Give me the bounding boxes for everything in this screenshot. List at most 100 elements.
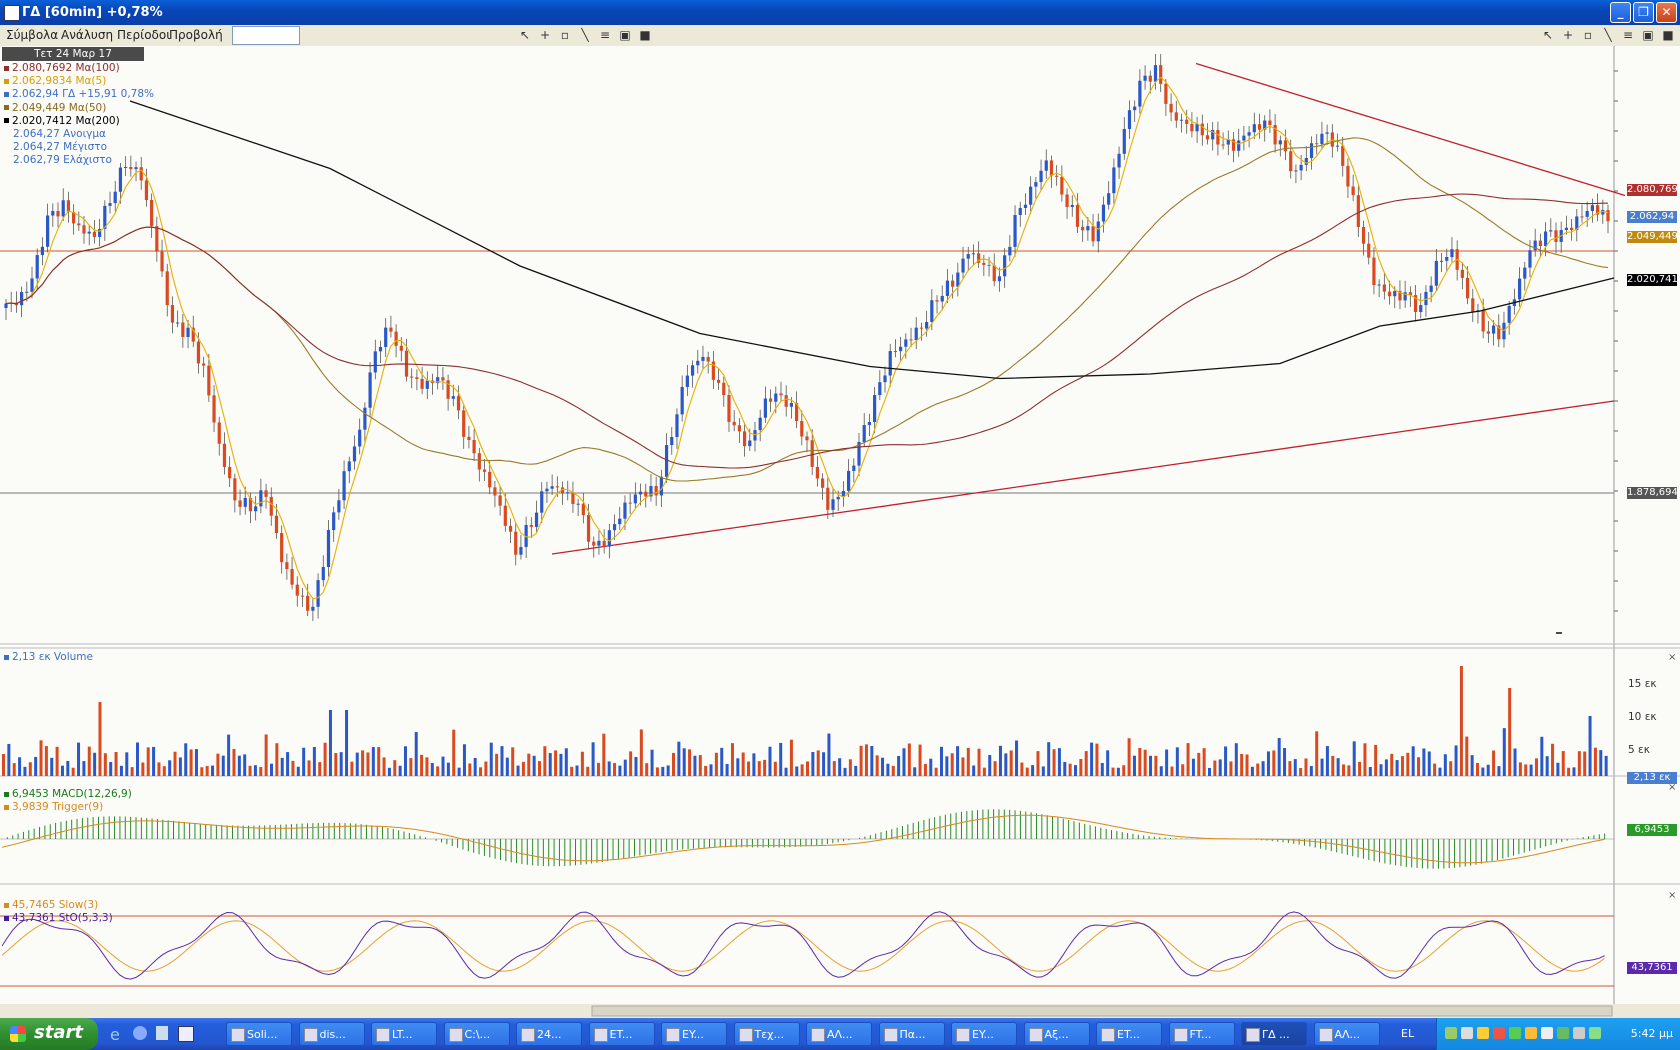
tray-icon[interactable] bbox=[1477, 1027, 1489, 1039]
candle-body bbox=[280, 533, 284, 563]
candle-body bbox=[1237, 140, 1241, 151]
taskbar-button[interactable]: EY... bbox=[951, 1022, 1017, 1046]
taskbar-button[interactable]: C:\... bbox=[443, 1022, 510, 1046]
volume-bar bbox=[232, 748, 236, 776]
language-indicator[interactable]: EL bbox=[1401, 1027, 1414, 1040]
price-chart-svg[interactable]: ××× bbox=[0, 46, 1680, 1018]
task-label: C:\... bbox=[464, 1028, 491, 1041]
rectangle-icon-right[interactable]: ▫ bbox=[1581, 28, 1595, 42]
ie-icon[interactable]: e bbox=[110, 1025, 120, 1044]
legend-item: 2.062,79 Ελάχιστο bbox=[13, 154, 112, 167]
volume-bar bbox=[1540, 736, 1544, 776]
menu-view[interactable]: Προβολή bbox=[169, 28, 223, 42]
taskbar-button[interactable]: ΑΛ... bbox=[1313, 1022, 1380, 1046]
fibonacci-icon[interactable]: ≡ bbox=[598, 28, 612, 42]
restore-icon[interactable]: ❐ bbox=[1633, 2, 1654, 23]
legend-text: 2.064,27 Ανοιγμα bbox=[13, 128, 106, 140]
tray-icon[interactable] bbox=[1557, 1027, 1569, 1039]
chart-icon-right[interactable]: ▣ bbox=[1641, 28, 1655, 42]
taskbar-button[interactable]: Soli... bbox=[226, 1022, 292, 1046]
tray-icon[interactable] bbox=[1461, 1027, 1473, 1039]
menu-analysis[interactable]: Ανάλυση bbox=[61, 28, 113, 42]
chart-icon[interactable]: ▣ bbox=[618, 28, 632, 42]
tray-icon[interactable] bbox=[1525, 1027, 1537, 1039]
volume-bar bbox=[816, 750, 820, 776]
taskbar-button[interactable]: LT... bbox=[371, 1022, 437, 1046]
panel-close-icon[interactable]: × bbox=[1668, 890, 1676, 901]
candle-body bbox=[1372, 257, 1376, 286]
candle-body bbox=[1585, 210, 1589, 217]
candle-body bbox=[363, 407, 367, 430]
volume-bar bbox=[714, 752, 718, 776]
taskbar-button[interactable]: ET... bbox=[588, 1022, 655, 1046]
quicklaunch-icon[interactable] bbox=[133, 1026, 147, 1040]
volume-bar bbox=[387, 767, 391, 776]
fibonacci-icon-right[interactable]: ≡ bbox=[1621, 28, 1635, 42]
taskbar-button[interactable]: ΓΔ ... bbox=[1241, 1022, 1307, 1046]
candle-body bbox=[1351, 186, 1355, 196]
save-icon[interactable]: ■ bbox=[638, 28, 652, 42]
minimize-icon[interactable]: _ bbox=[1610, 2, 1631, 23]
candle-body bbox=[394, 331, 398, 346]
task-label: Αξ... bbox=[1044, 1028, 1069, 1041]
rectangle-icon[interactable]: ▫ bbox=[558, 28, 572, 42]
start-button[interactable]: start bbox=[0, 1018, 98, 1050]
tray-icon[interactable] bbox=[1573, 1027, 1585, 1039]
volume-bar bbox=[125, 752, 129, 776]
volume-bar bbox=[1358, 761, 1362, 776]
taskbar-button[interactable]: dis... bbox=[298, 1022, 365, 1046]
legend-text: 2.062,9834 Μα(5) bbox=[12, 75, 107, 88]
candle-body bbox=[1304, 157, 1308, 165]
trendline-icon-right[interactable]: ╲ bbox=[1601, 28, 1615, 42]
candle-body bbox=[581, 503, 585, 516]
volume-bar bbox=[1443, 754, 1447, 776]
tray-icon[interactable] bbox=[1493, 1027, 1505, 1039]
tray-icon[interactable] bbox=[1589, 1027, 1601, 1039]
save-icon-right[interactable]: ■ bbox=[1661, 28, 1675, 42]
candle-body bbox=[410, 376, 414, 378]
menu-symbols[interactable]: Σύμβολα bbox=[6, 28, 58, 42]
quicklaunch-icon[interactable] bbox=[156, 1026, 168, 1040]
symbol-input[interactable] bbox=[232, 26, 300, 45]
clock: 5:42 μμ bbox=[1630, 1027, 1673, 1040]
taskbar-button[interactable]: Πα... bbox=[878, 1022, 945, 1046]
candle-body bbox=[1283, 140, 1288, 152]
candle-body bbox=[519, 546, 523, 555]
taskbar-button[interactable]: 24... bbox=[516, 1022, 582, 1046]
volume-bar bbox=[950, 753, 954, 776]
close-icon[interactable]: ✕ bbox=[1656, 2, 1677, 23]
crosshair-icon-right[interactable]: + bbox=[1561, 28, 1575, 42]
taskbar-button[interactable]: EY... bbox=[661, 1022, 727, 1046]
tray-icon[interactable] bbox=[1509, 1027, 1521, 1039]
candle-body bbox=[826, 487, 830, 510]
tray-icon[interactable] bbox=[1445, 1027, 1457, 1039]
candle-body bbox=[737, 425, 741, 432]
taskbar-button[interactable]: ΑΛ... bbox=[806, 1022, 872, 1046]
menu-periods[interactable]: Περίοδοι bbox=[117, 28, 170, 42]
pointer-icon-right[interactable]: ↖ bbox=[1541, 28, 1555, 42]
volume-bar bbox=[103, 753, 107, 776]
candle-body bbox=[92, 231, 97, 237]
candle-body bbox=[867, 421, 872, 426]
volume-bar bbox=[854, 765, 858, 776]
taskbar-button[interactable]: FT... bbox=[1168, 1022, 1235, 1046]
show-desktop-icon[interactable] bbox=[178, 1026, 194, 1042]
candle-body bbox=[1315, 143, 1319, 145]
candle-body bbox=[545, 488, 549, 492]
candle-body bbox=[160, 251, 164, 272]
trendline-icon[interactable]: ╲ bbox=[578, 28, 592, 42]
candle-body bbox=[118, 167, 123, 192]
volume-bar bbox=[688, 749, 692, 776]
taskbar-button[interactable]: Αξ... bbox=[1023, 1022, 1090, 1046]
task-label: ET... bbox=[609, 1028, 633, 1041]
volume-bar bbox=[806, 761, 809, 776]
crosshair-icon[interactable]: + bbox=[538, 28, 552, 42]
tray-icon[interactable] bbox=[1541, 1027, 1553, 1039]
volume-bar bbox=[328, 710, 332, 776]
panel-close-icon[interactable]: × bbox=[1668, 652, 1676, 663]
pointer-icon[interactable]: ↖ bbox=[518, 28, 532, 42]
taskbar-button[interactable]: Τεχ... bbox=[733, 1022, 800, 1046]
volume-bar bbox=[1588, 716, 1592, 776]
chart-area[interactable]: × × × Τετ 24 Μαρ 17 2.080,7692 Μα(100) 2.06… bbox=[0, 46, 1680, 1018]
taskbar-button[interactable]: ET... bbox=[1096, 1022, 1162, 1046]
